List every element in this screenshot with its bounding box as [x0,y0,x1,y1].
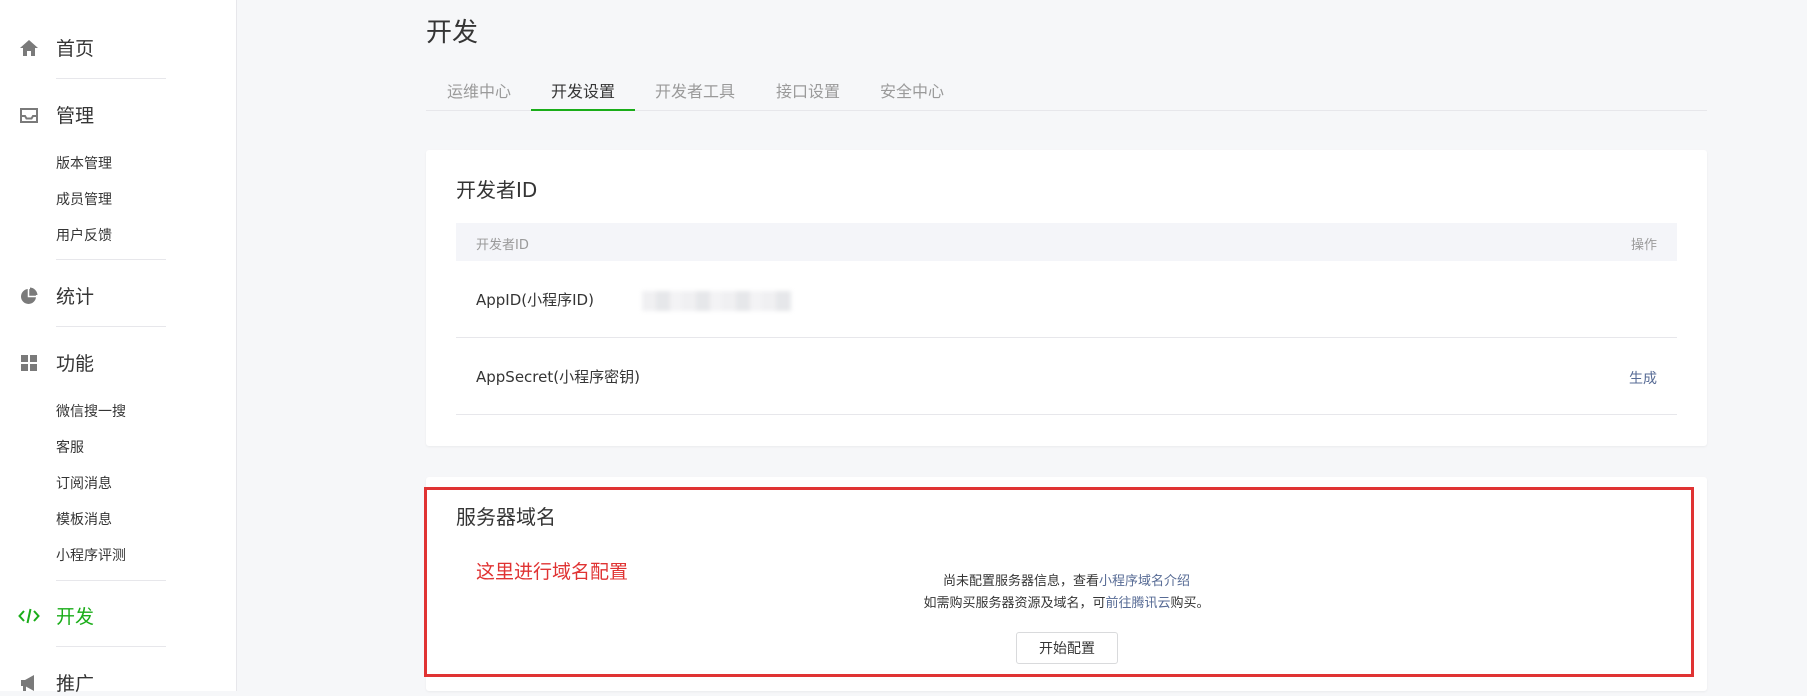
divider [56,326,166,327]
appid-value-redacted [642,291,792,311]
col-developer-id: 开发者ID [476,238,529,253]
tab-ops[interactable]: 运维中心 [447,78,511,102]
tab-api-settings[interactable]: 接口设置 [776,78,840,102]
generate-secret-link[interactable]: 生成 [1629,368,1657,388]
sidebar-item-version[interactable]: 版本管理 [56,153,112,173]
code-icon [18,605,40,627]
purchase-info-suffix: 购买。 [1170,596,1210,611]
table-row: AppSecret(小程序密钥) 生成 [456,338,1677,415]
nav-stats[interactable]: 统计 [18,282,94,309]
tab-dev-tools[interactable]: 开发者工具 [655,78,735,102]
sidebar-item-wechat-search[interactable]: 微信搜一搜 [56,401,126,421]
appsecret-label: AppSecret(小程序密钥) [476,368,640,386]
sidebar-item-members[interactable]: 成员管理 [56,189,112,209]
nav-manage[interactable]: 管理 [18,101,94,128]
tab-bar: 运维中心 开发设置 开发者工具 接口设置 安全中心 [426,68,1707,111]
divider [56,580,166,581]
sidebar-item-subscribe-msg[interactable]: 订阅消息 [56,473,112,493]
sidebar-item-customer-service[interactable]: 客服 [56,437,84,457]
home-icon [18,37,40,59]
nav-dev-label: 开发 [56,606,95,628]
sidebar-item-feedback[interactable]: 用户反馈 [56,225,112,245]
col-action: 操作 [1630,238,1657,253]
table-header: 开发者ID 操作 [456,223,1677,261]
purchase-info-text: 如需购买服务器资源及域名，可 [923,596,1106,611]
megaphone-icon [18,672,40,694]
nav-dev[interactable]: 开发 [18,602,94,629]
nav-promo[interactable]: 推广 [18,669,94,696]
sidebar-item-template-msg[interactable]: 模板消息 [56,509,112,529]
nav-home-label: 首页 [56,38,95,60]
tab-dev-settings[interactable]: 开发设置 [551,78,615,102]
active-tab-indicator [531,109,635,111]
developer-id-title: 开发者ID [456,178,538,202]
inbox-icon [18,104,40,126]
table-row: AppID(小程序ID) [456,261,1677,338]
tencent-cloud-link[interactable]: 前往腾讯云 [1105,596,1170,611]
nav-manage-label: 管理 [56,105,95,127]
sidebar: 首页 管理 版本管理 成员管理 用户反馈 统计 功能 微信搜一搜 客服 订阅消息… [0,0,237,695]
divider [56,646,166,647]
grid-icon [18,352,40,374]
server-info-line1: 尚未配置服务器信息，查看小程序域名介绍 [426,570,1707,589]
server-info-line2: 如需购买服务器资源及域名，可前往腾讯云购买。 [426,592,1707,611]
sidebar-item-evaluation[interactable]: 小程序评测 [56,545,126,565]
pie-chart-icon [18,285,40,307]
nav-stats-label: 统计 [56,286,95,308]
tab-security[interactable]: 安全中心 [880,78,944,102]
developer-id-card: 开发者ID 开发者ID 操作 AppID(小程序ID) AppSecret(小程… [426,150,1707,446]
domain-intro-link[interactable]: 小程序域名介绍 [1099,574,1190,589]
start-config-button[interactable]: 开始配置 [1016,632,1118,664]
page-title: 开发 [426,18,479,48]
nav-promo-label: 推广 [56,673,95,695]
divider [56,78,166,79]
nav-home[interactable]: 首页 [18,34,94,61]
server-info-text: 尚未配置服务器信息，查看 [942,574,1099,589]
divider [56,259,166,260]
nav-features[interactable]: 功能 [18,349,94,376]
nav-features-label: 功能 [56,353,95,375]
appid-label: AppID(小程序ID) [476,291,594,309]
